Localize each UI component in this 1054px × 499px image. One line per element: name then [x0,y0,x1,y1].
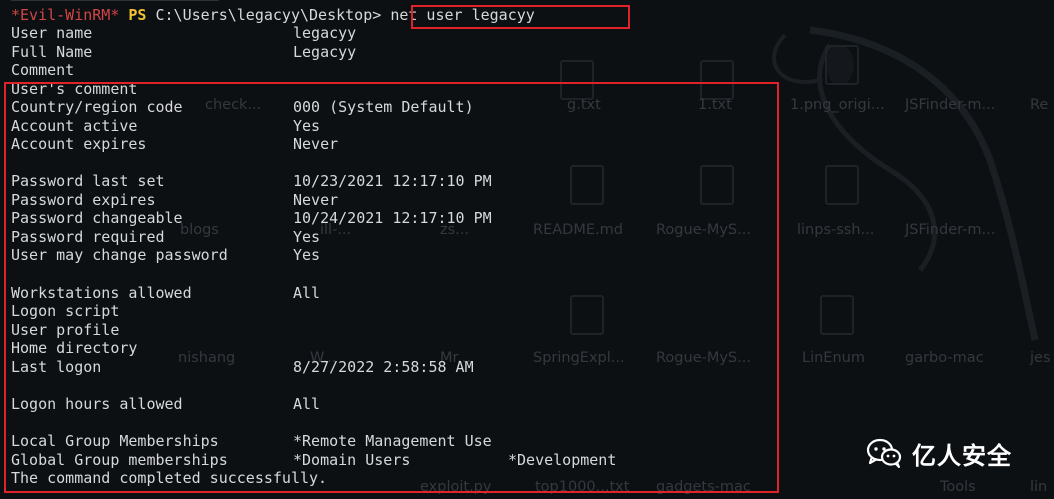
row-label: Full Name [11,43,93,61]
row-value: Legacyy [293,43,357,61]
row-label: Comment [11,61,75,79]
wechat-icon [866,438,902,468]
watermark-text: 亿人安全 [912,441,1012,470]
prompt-ps: PS [128,6,147,24]
prompt-path: C:\Users\legacyy\Desktop> [155,6,382,24]
row-label: User name [11,24,93,42]
watermark: 亿人安全 [866,436,1012,470]
row-value: legacyy [293,24,357,42]
prompt-evil-winrm: *Evil-WinRM* [11,6,120,24]
output-highlight-box [4,82,779,493]
command-highlight-box [411,5,630,29]
